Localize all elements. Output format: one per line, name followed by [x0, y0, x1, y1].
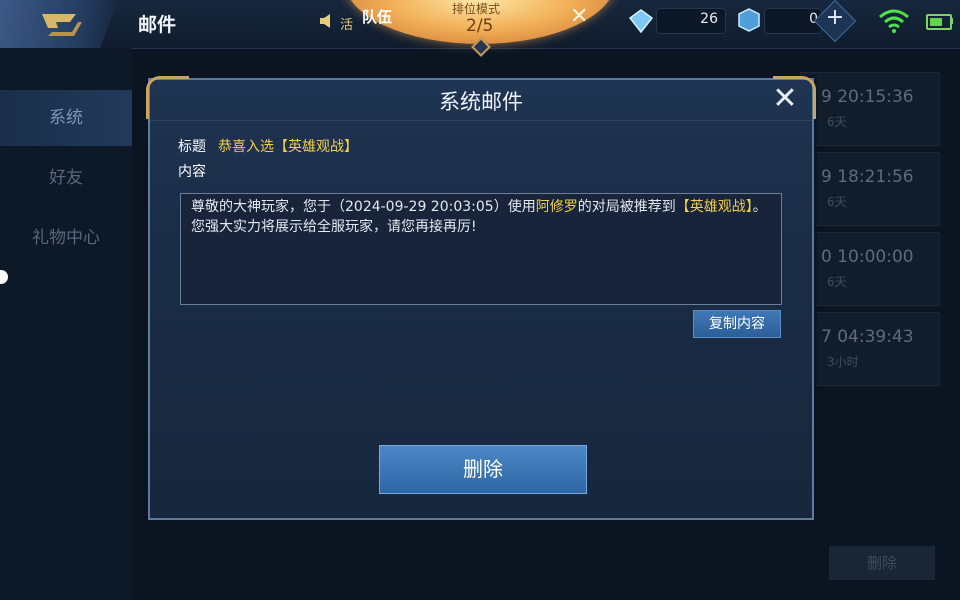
rank-mode-label: 排位模式	[452, 2, 501, 16]
top-bar: 邮件 活 队伍 排位模式 2/5 ✕ 26 0 +	[0, 0, 960, 57]
subject-label: 标题	[178, 139, 206, 155]
sidebar-item-gift-center[interactable]: 礼物中心	[0, 210, 132, 266]
mail-time: 9 18:21:56	[821, 167, 914, 187]
coupon-icon	[738, 8, 760, 32]
dialog-title: 系统邮件	[439, 90, 523, 114]
sidebar-item-system[interactable]: 系统	[0, 90, 132, 146]
announcement-text[interactable]: 活	[340, 14, 353, 33]
rank-team-count: 2/5	[466, 16, 494, 36]
sidebar-item-friends[interactable]: 好友	[0, 150, 132, 206]
plus-icon[interactable]: +	[823, 5, 847, 30]
mail-age: 6天	[827, 195, 847, 209]
list-item[interactable]: 9 20:15:36 6天	[800, 72, 940, 146]
close-icon[interactable]: ✕	[770, 84, 800, 114]
battery-level	[930, 18, 942, 26]
mail-age: 6天	[827, 115, 847, 129]
delete-button[interactable]: 删除	[379, 445, 587, 494]
diamond-count: 26	[700, 11, 718, 27]
feature-tag: 【英雄观战】	[675, 199, 753, 215]
team-close-icon[interactable]: ✕	[570, 4, 588, 29]
sidebar: 系统 好友 礼物中心	[0, 48, 132, 600]
copy-content-button[interactable]: 复制内容	[693, 310, 781, 338]
list-item[interactable]: 7 04:39:43 3小时	[800, 312, 940, 386]
announcement-horn-icon[interactable]	[318, 12, 336, 30]
list-item[interactable]: 0 10:00:00 6天	[800, 232, 940, 306]
mail-time: 7 04:39:43	[821, 327, 914, 347]
mail-time: 0 10:00:00	[821, 247, 914, 267]
hero-name: 阿修罗	[535, 199, 578, 215]
list-item[interactable]: 9 18:21:56 6天	[800, 152, 940, 226]
content-text: 尊敬的大神玩家，您于（2024-09-29 20:03:05）使用	[191, 199, 536, 215]
battery-tip	[950, 18, 953, 24]
content-text: 您强大实力将展示给全服玩家，请您再接再厉!	[191, 219, 477, 235]
delete-all-button[interactable]: 删除	[829, 546, 935, 580]
mail-time: 9 20:15:36	[821, 87, 914, 107]
back-arrow-icon	[42, 14, 82, 36]
system-mail-dialog: 系统邮件 ✕ 标题 恭喜入选【英雄观战】 内容 尊敬的大神玩家，您于（2024-…	[146, 76, 816, 520]
back-button[interactable]	[0, 0, 118, 48]
mail-age: 6天	[827, 275, 847, 289]
wifi-icon	[879, 9, 909, 33]
content-text: 。	[752, 199, 767, 215]
page-title: 邮件	[138, 14, 177, 36]
diamond-icon	[628, 9, 654, 34]
mail-age: 3小时	[827, 355, 859, 369]
battery-icon	[926, 14, 952, 30]
team-label[interactable]: 队伍	[362, 6, 392, 27]
dialog-header: 系统邮件 ✕	[150, 80, 812, 121]
mail-subject: 恭喜入选【英雄观战】	[218, 139, 358, 155]
content-text: 的对局被推荐到	[577, 199, 676, 215]
coupon-count: 0	[809, 11, 818, 27]
mail-content: 尊敬的大神玩家，您于（2024-09-29 20:03:05）使用阿修罗的对局被…	[180, 193, 782, 305]
content-label: 内容	[178, 164, 206, 180]
